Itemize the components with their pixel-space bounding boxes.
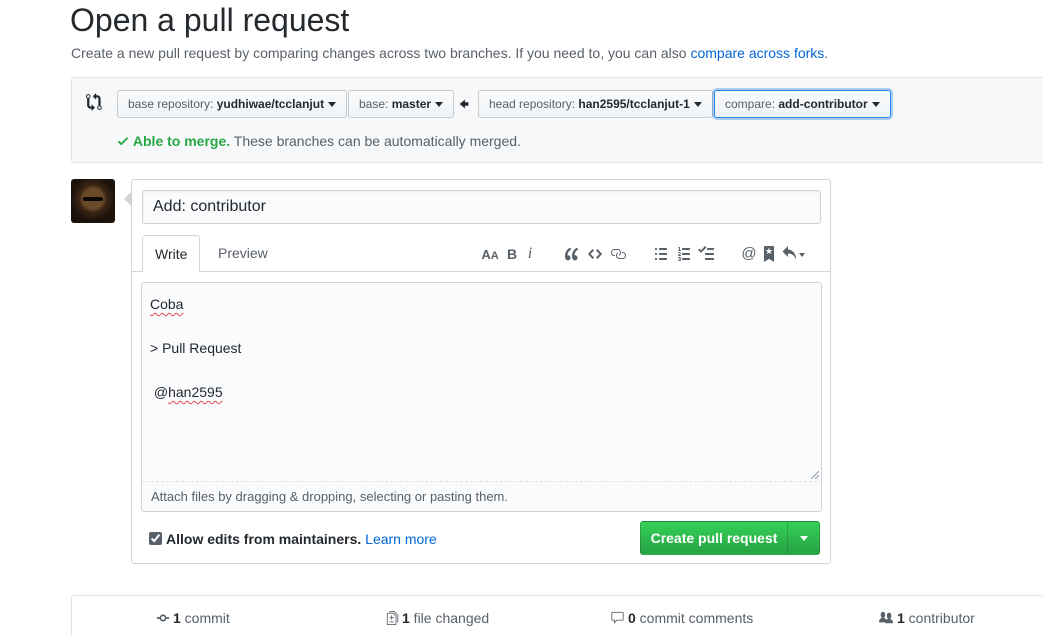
commits-summary[interactable]: 1 commit bbox=[156, 610, 230, 626]
allow-edits-checkbox[interactable] bbox=[149, 532, 162, 545]
ordered-list-icon[interactable] bbox=[674, 243, 694, 265]
bold-icon[interactable]: B bbox=[502, 243, 522, 265]
task-list-icon[interactable] bbox=[696, 243, 716, 265]
create-pr-button-group: Create pull request bbox=[640, 521, 821, 555]
body-line-2 bbox=[150, 315, 813, 337]
files-changed-summary[interactable]: 1 file changed bbox=[386, 610, 489, 626]
allow-edits-option[interactable]: Allow edits from maintainers. Learn more bbox=[149, 531, 437, 547]
avatar[interactable] bbox=[71, 179, 115, 223]
quote-icon[interactable] bbox=[562, 243, 582, 265]
page-title: Open a pull request bbox=[70, 2, 350, 38]
comment-icon bbox=[611, 611, 624, 624]
body-line-1: Coba bbox=[150, 296, 184, 312]
compare-summary-bar: 1 commit 1 file changed 0 commit comment… bbox=[71, 595, 1043, 636]
mention-icon[interactable]: @ bbox=[739, 243, 759, 265]
caret-down-icon bbox=[693, 102, 702, 108]
create-pull-request-button[interactable]: Create pull request bbox=[640, 521, 788, 555]
resize-grip-icon[interactable] bbox=[811, 471, 819, 479]
merge-status: Able to merge. These branches can be aut… bbox=[117, 133, 521, 149]
git-compare-icon bbox=[86, 93, 102, 111]
tab-write[interactable]: Write bbox=[142, 235, 201, 273]
bookmark-icon[interactable] bbox=[759, 243, 779, 265]
check-icon bbox=[117, 137, 129, 146]
body-line-3: > Pull Request bbox=[150, 340, 242, 356]
caret-down-icon bbox=[328, 102, 337, 108]
code-icon[interactable] bbox=[585, 243, 605, 265]
header-icon[interactable]: AA bbox=[480, 243, 500, 265]
unordered-list-icon[interactable] bbox=[651, 243, 671, 265]
base-branch-select[interactable]: base: master bbox=[348, 90, 455, 118]
link-icon[interactable] bbox=[608, 243, 628, 265]
pr-body-textarea[interactable]: Coba > Pull Request @han2595 bbox=[141, 282, 822, 482]
learn-more-link[interactable]: Learn more bbox=[365, 531, 437, 547]
italic-icon[interactable]: i bbox=[520, 243, 540, 265]
reply-icon[interactable] bbox=[781, 243, 807, 265]
page-subtitle: Create a new pull request by comparing c… bbox=[71, 45, 829, 61]
body-line-5: @han2595 bbox=[150, 384, 223, 400]
merge-ok-label: Able to merge. bbox=[132, 133, 231, 149]
commit-comments-summary[interactable]: 0 commit comments bbox=[610, 610, 753, 626]
file-drop-hint[interactable]: Attach files by dragging & dropping, sel… bbox=[141, 482, 822, 512]
pr-title-input[interactable] bbox=[142, 190, 821, 224]
branch-range-panel: base repository: yudhiwae/tcclanjut base… bbox=[71, 77, 1043, 163]
mention-username: han2595 bbox=[168, 384, 223, 400]
pull-request-composer: Write Preview AA B i @ bbox=[124, 179, 831, 564]
people-icon bbox=[879, 611, 893, 624]
write-preview-tabs: Write Preview AA B i @ bbox=[132, 235, 830, 273]
create-options-dropdown[interactable] bbox=[787, 521, 820, 555]
commit-icon bbox=[156, 614, 170, 622]
compare-branch-select[interactable]: compare: add-contributor bbox=[714, 90, 891, 118]
body-line-4 bbox=[150, 359, 813, 381]
merge-status-text: These branches can be automatically merg… bbox=[230, 133, 521, 149]
file-diff-icon bbox=[386, 611, 399, 625]
compare-across-forks-link[interactable]: compare across forks bbox=[690, 45, 824, 61]
caret-down-icon bbox=[871, 102, 880, 108]
base-repository-select[interactable]: base repository: yudhiwae/tcclanjut bbox=[117, 90, 348, 118]
arrow-left-icon bbox=[459, 99, 469, 109]
contributors-summary[interactable]: 1 contributor bbox=[878, 610, 975, 626]
allow-edits-label: Allow edits from maintainers. bbox=[166, 531, 362, 547]
tab-preview[interactable]: Preview bbox=[206, 235, 280, 272]
head-repository-select[interactable]: head repository: han2595/tcclanjut-1 bbox=[478, 90, 713, 118]
caret-down-icon bbox=[435, 102, 444, 108]
